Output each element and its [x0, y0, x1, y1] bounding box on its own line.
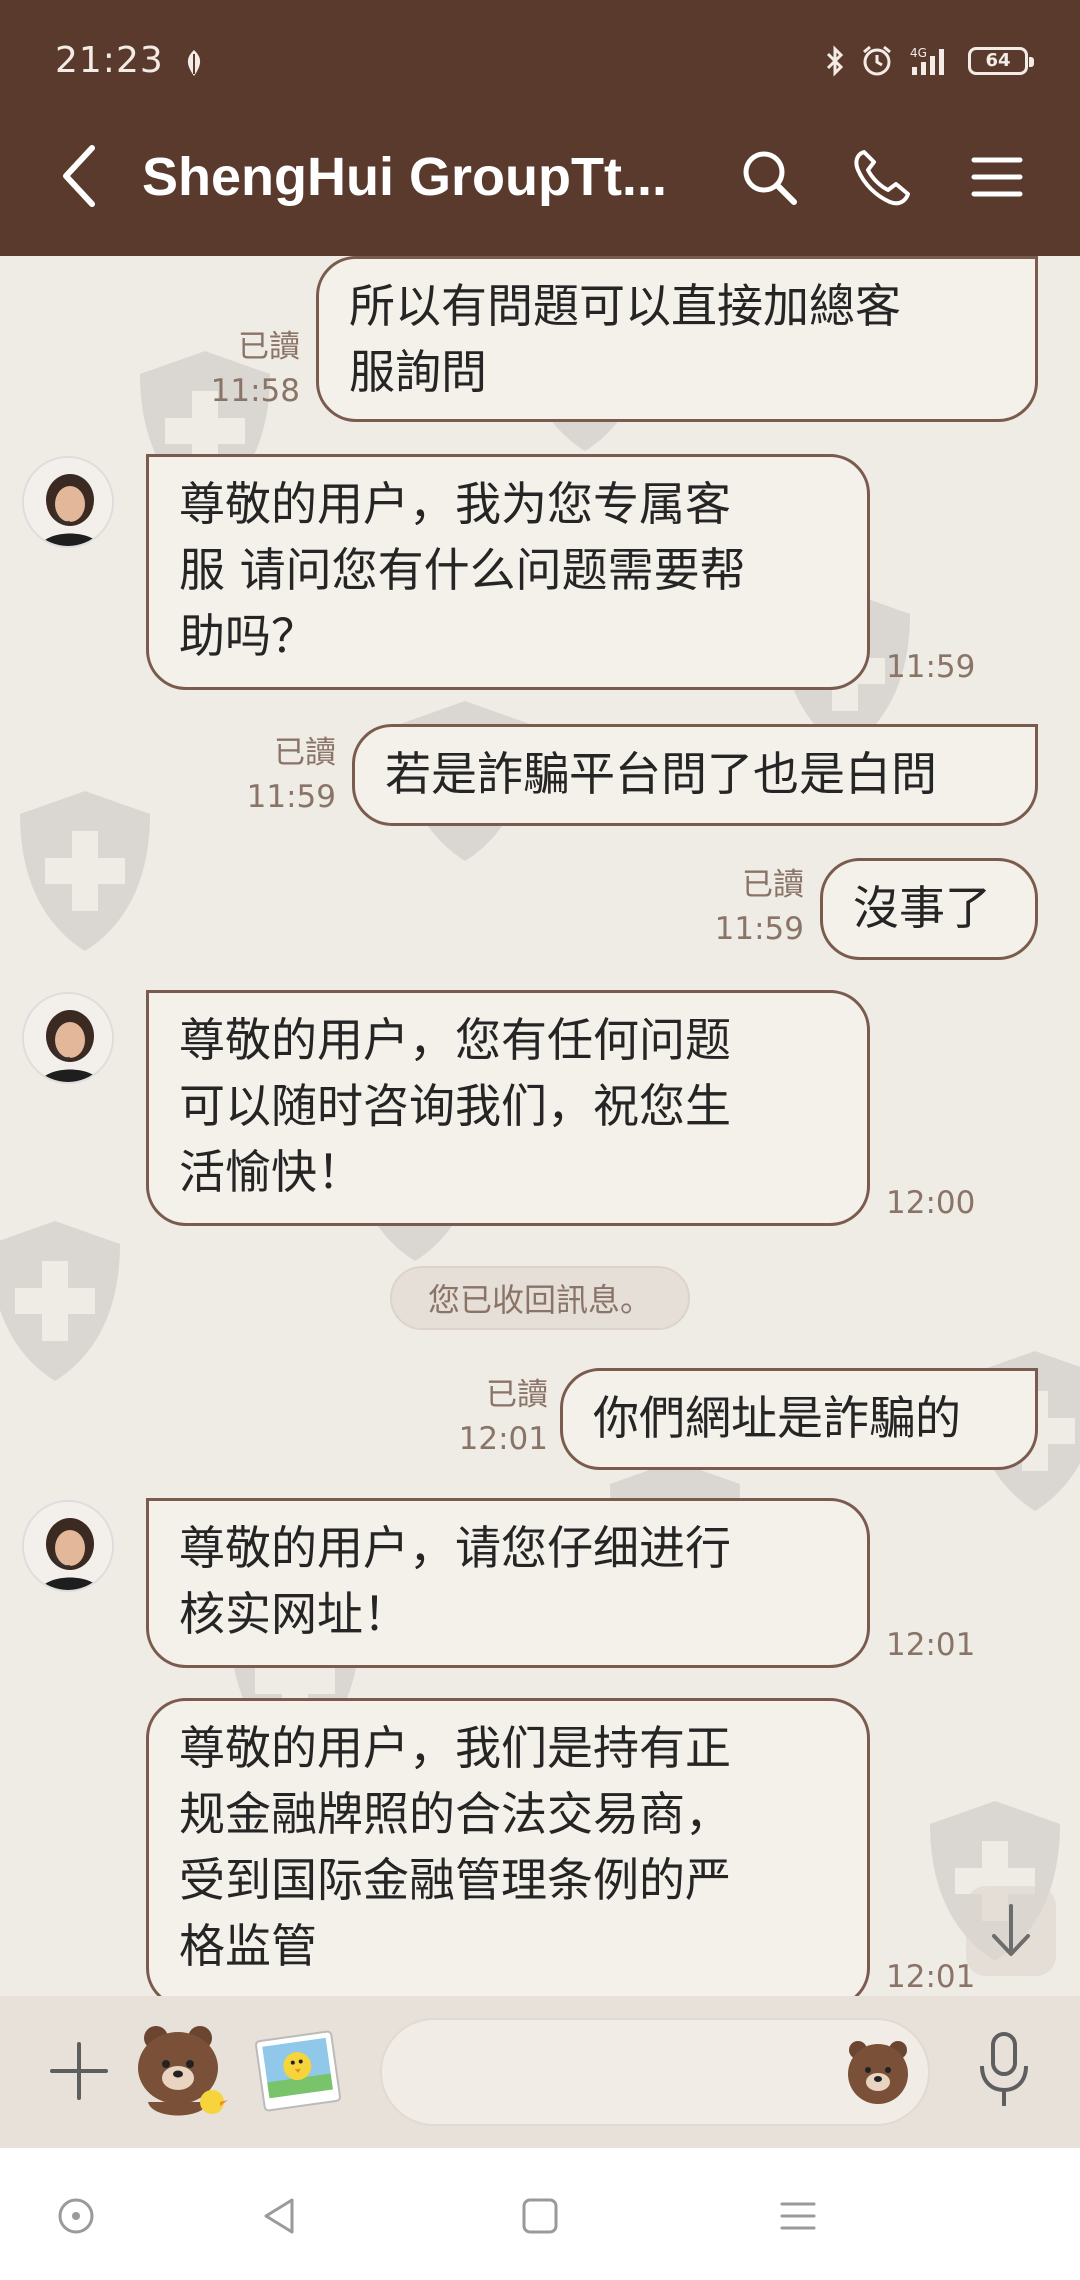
- chat-area[interactable]: 已讀 11:58 所以有問題可以直接加總客 服詢問 尊敬的用户，我为您专属客 服…: [0, 256, 1080, 1996]
- svg-text:4G: 4G: [910, 46, 927, 60]
- message-line: 规金融牌照的合法交易商，: [179, 1787, 731, 1841]
- time-text: 12:01: [886, 1959, 976, 1995]
- time-text: 11:59: [886, 649, 976, 685]
- status-time: 21:23: [55, 40, 164, 81]
- alarm-icon: [863, 45, 891, 76]
- assistant-nav-icon[interactable]: [52, 2192, 100, 2240]
- system-message: 您已收回訊息。: [390, 1266, 690, 1330]
- photo-sticker-icon[interactable]: [252, 2026, 344, 2116]
- back-arrow-icon[interactable]: [52, 142, 112, 210]
- read-label: 已讀: [486, 1377, 548, 1413]
- message-line: 服 请问您有什么问题需要帮: [179, 543, 746, 597]
- battery-indicator: 64: [968, 47, 1034, 75]
- time-text: 11:59: [714, 911, 804, 947]
- chat-header: ShengHui GroupTt...: [0, 96, 1080, 256]
- message-line: 尊敬的用户，请您仔细进行: [179, 1521, 731, 1575]
- message-line: 尊敬的用户，您有任何问题: [179, 1013, 731, 1067]
- time-text: 11:59: [246, 779, 336, 815]
- agent-avatar-icon: [24, 458, 112, 546]
- message-bubble-incoming[interactable]: 尊敬的用户，我为您专属客 服 请问您有什么问题需要帮 助吗？: [146, 454, 870, 690]
- read-label: 已讀: [274, 735, 336, 771]
- arrow-down-icon[interactable]: [966, 1886, 1056, 1976]
- app-notification-icon: [187, 50, 201, 76]
- agent-avatar-icon: [24, 1502, 112, 1590]
- home-nav-icon[interactable]: [516, 2192, 564, 2240]
- message-time: 11:59: [886, 646, 975, 688]
- system-navigation-bar: [0, 2148, 1080, 2280]
- read-label: 已讀: [742, 867, 804, 903]
- message-bubble-outgoing[interactable]: 你們網址是詐騙的: [560, 1368, 1038, 1470]
- message-line: 受到国际金融管理条例的严: [179, 1853, 731, 1907]
- message-time: 12:01: [886, 1624, 975, 1666]
- bear-sticker-icon[interactable]: [128, 2016, 238, 2126]
- time-text: 12:01: [458, 1421, 548, 1457]
- message-line: 核实网址！: [179, 1587, 409, 1641]
- shield-watermark-icon: [20, 791, 150, 951]
- message-bubble-incoming[interactable]: 尊敬的用户，请您仔细进行 核实网址！: [146, 1498, 870, 1668]
- search-icon[interactable]: [738, 146, 800, 208]
- back-nav-icon[interactable]: [256, 2192, 304, 2240]
- message-line: 所以有問題可以直接加總客: [349, 279, 901, 333]
- menu-icon[interactable]: [966, 146, 1028, 208]
- message-bubble-outgoing[interactable]: 所以有問題可以直接加總客 服詢問: [316, 256, 1038, 422]
- microphone-icon[interactable]: [974, 2030, 1034, 2110]
- read-receipt: 已讀: [236, 732, 336, 774]
- message-line: 可以随时咨询我们，祝您生: [179, 1079, 731, 1133]
- message-bubble-incoming[interactable]: 尊敬的用户，我们是持有正 规金融牌照的合法交易商， 受到国际金融管理条例的严 格…: [146, 1698, 870, 1996]
- agent-avatar-icon: [24, 994, 112, 1082]
- message-bubble-outgoing[interactable]: 若是詐騙平台問了也是白問: [352, 724, 1038, 826]
- time-text: 12:01: [886, 1627, 976, 1663]
- message-input-bar: [0, 1996, 1080, 2148]
- shield-watermark-icon: [0, 1221, 120, 1381]
- read-label: 已讀: [238, 329, 300, 365]
- message-line: 助吗？: [179, 609, 317, 663]
- message-line: 沒事了: [853, 881, 991, 935]
- message-line: 服詢問: [349, 345, 487, 399]
- time-text: 11:58: [210, 373, 300, 409]
- avatar[interactable]: [22, 992, 114, 1084]
- recents-nav-icon[interactable]: [774, 2192, 822, 2240]
- message-bubble-incoming[interactable]: 尊敬的用户，您有任何问题 可以随时咨询我们，祝您生 活愉快！: [146, 990, 870, 1226]
- message-line: 尊敬的用户，我们是持有正: [179, 1721, 731, 1775]
- message-time: 11:59: [704, 908, 804, 950]
- time-text: 12:00: [886, 1185, 976, 1221]
- phone-icon[interactable]: [850, 146, 912, 208]
- plus-icon[interactable]: [48, 2040, 110, 2102]
- read-receipt: 已讀: [448, 1374, 548, 1416]
- read-receipt: 已讀: [704, 864, 804, 906]
- message-line: 格监管: [179, 1919, 317, 1973]
- message-bubble-outgoing[interactable]: 沒事了: [820, 858, 1038, 960]
- signal-icon: 4G: [910, 46, 944, 75]
- avatar[interactable]: [22, 456, 114, 548]
- message-time: 12:01: [448, 1418, 548, 1460]
- avatar[interactable]: [22, 1500, 114, 1592]
- message-line: 你們網址是詐騙的: [593, 1391, 961, 1445]
- message-line: 尊敬的用户，我为您专属客: [179, 477, 731, 531]
- bear-emoji-icon[interactable]: [842, 2036, 914, 2108]
- status-icons: 4G 64: [824, 44, 1034, 78]
- bluetooth-icon: [826, 45, 844, 77]
- message-line: 若是詐騙平台問了也是白問: [385, 747, 937, 801]
- message-time: 11:58: [200, 370, 300, 412]
- chat-title: ShengHui GroupTt...: [142, 147, 667, 207]
- read-receipt: 已讀: [200, 326, 300, 368]
- message-time: 12:00: [886, 1182, 975, 1224]
- message-time: 12:01: [886, 1956, 975, 1996]
- message-line: 活愉快！: [179, 1145, 363, 1199]
- status-bar: 21:23 4G 64: [0, 0, 1080, 96]
- message-time: 11:59: [236, 776, 336, 818]
